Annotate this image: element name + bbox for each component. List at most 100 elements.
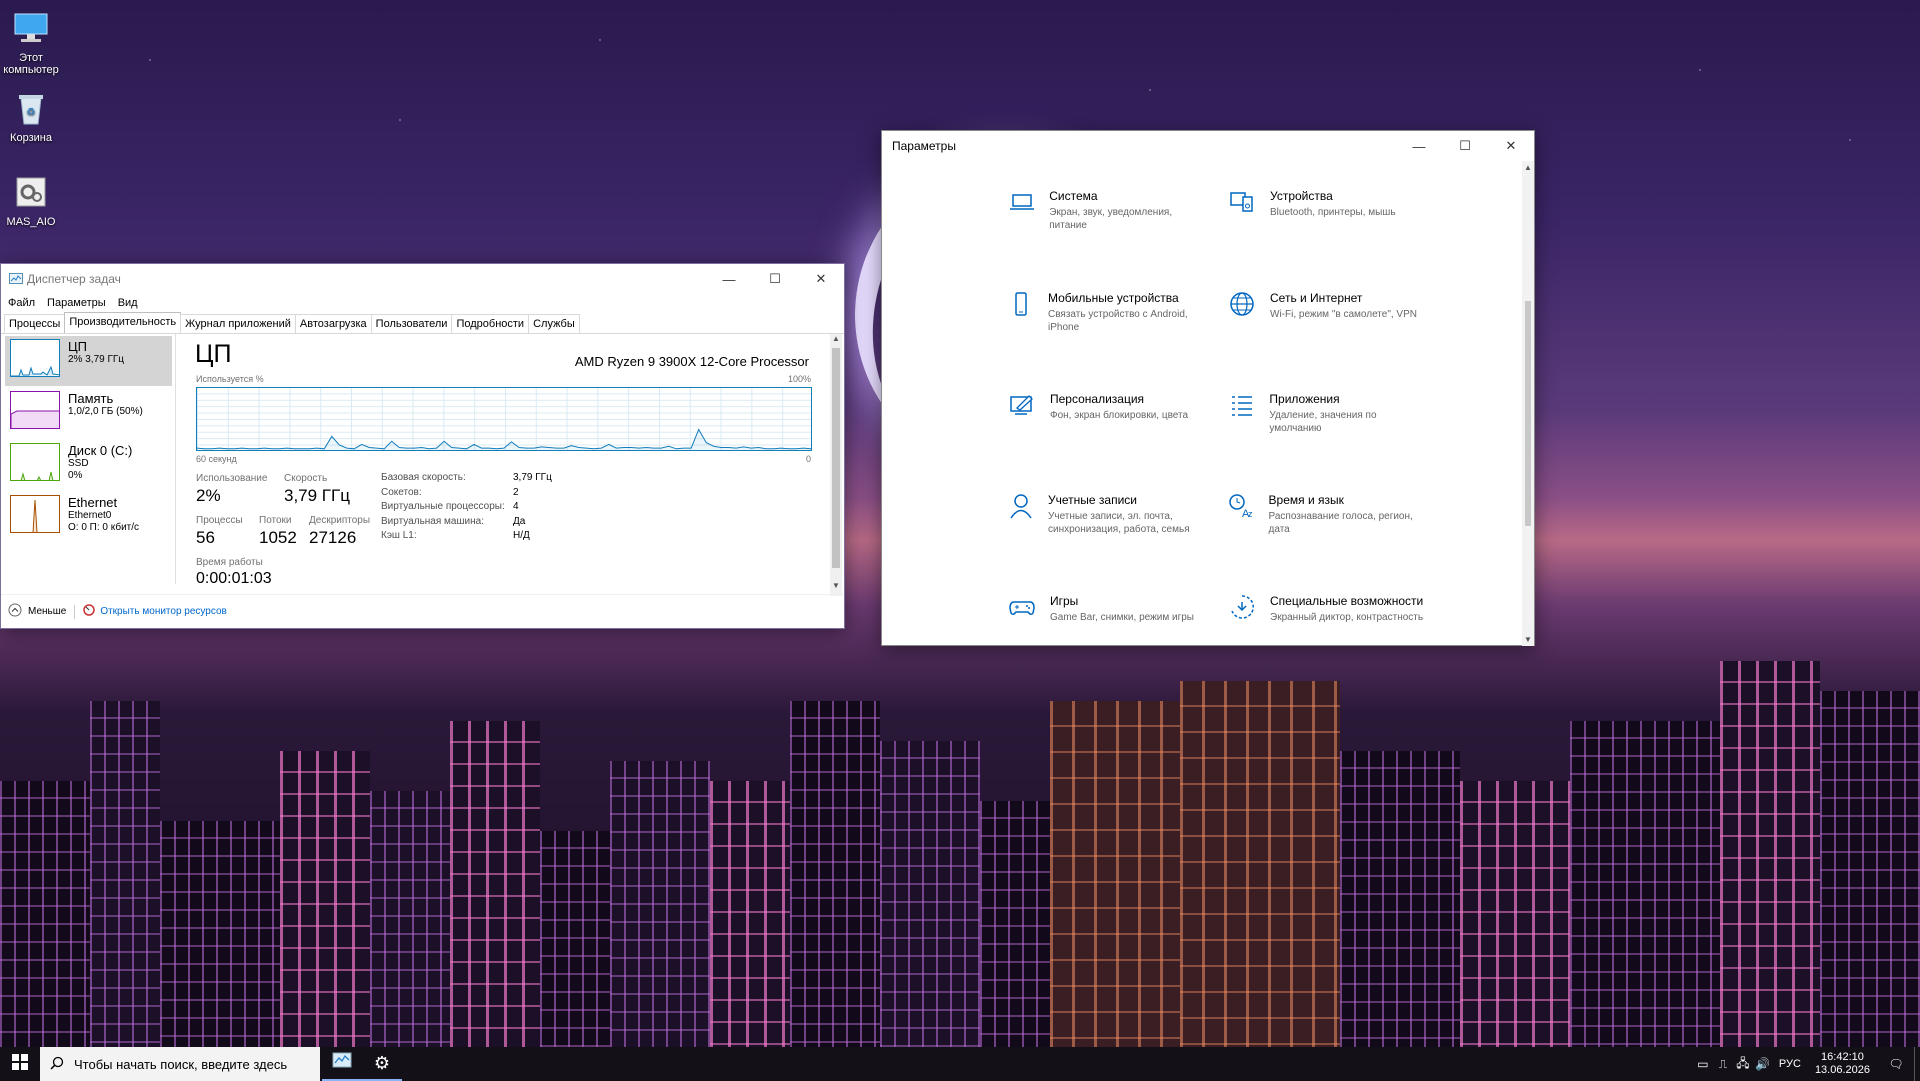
settings-window: Параметры — ☐ ✕ Система Экран, звук, увед… <box>881 130 1535 646</box>
close-button[interactable]: ✕ <box>1488 131 1534 161</box>
settings-item-system[interactable]: Система Экран, звук, уведомления, питание <box>1008 189 1208 232</box>
cpu-usage-graph <box>196 387 812 451</box>
detail-key: Кэш L1: <box>381 530 417 542</box>
globe-icon <box>1228 291 1256 319</box>
laptop-icon <box>1008 189 1035 217</box>
notifications-icon[interactable]: 🗨 <box>1878 1057 1914 1071</box>
detail-key: Сокетов: <box>381 486 422 498</box>
resource-detail: Ethernet0 <box>68 510 112 521</box>
settings-categories: Система Экран, звук, уведомления, питание… <box>882 161 1522 646</box>
settings-item-phone[interactable]: Мобильные устройства Связать устройство с… <box>1008 291 1208 334</box>
task-manager-titlebar[interactable]: Диспетчер задач — ☐ ✕ <box>1 264 844 294</box>
scroll-down-icon[interactable]: ▼ <box>1524 635 1532 644</box>
settings-item-desc: Удаление, значения по умолчанию <box>1269 410 1377 434</box>
resource-monitor-label: Открыть монитор ресурсов <box>100 606 227 617</box>
maximize-button[interactable]: ☐ <box>752 264 798 294</box>
tab-processes[interactable]: Процессы <box>4 314 66 333</box>
volume-icon[interactable]: 🔊 <box>1753 1057 1773 1071</box>
resource-name: ЦП <box>68 339 87 354</box>
desktop-icon-recycle-bin[interactable]: ♻ Корзина <box>0 88 69 144</box>
settings-item-accounts[interactable]: Учетные записи Учетные записи, эл. почта,… <box>1008 493 1208 536</box>
minimize-button[interactable]: — <box>706 264 752 294</box>
performance-panel: ЦП 2% 3,79 ГГц Память 1,0/2,0 ГБ (50%) Д… <box>1 334 844 596</box>
graph-y-label: Используется % <box>196 374 264 384</box>
usage-value: 2% <box>196 486 221 505</box>
desktop-icon-this-pc[interactable]: Этот компьютер <box>0 8 69 76</box>
desktop-icon-label: Корзина <box>10 132 52 144</box>
taskbar-settings[interactable]: ⚙ <box>362 1047 402 1081</box>
clock-time: 16:42:10 <box>1821 1051 1864 1063</box>
network-icon[interactable]: 🖧 <box>1733 1054 1753 1075</box>
taskbar-search-box[interactable]: Чтобы начать поиск, введите здесь <box>40 1047 320 1081</box>
svg-text:z: z <box>1248 509 1253 519</box>
settings-item-apps[interactable]: Приложения Удаление, значения по умолчани… <box>1228 392 1428 435</box>
resource-memory[interactable]: Память 1,0/2,0 ГБ (50%) <box>5 388 172 438</box>
detail-row: Кэш L1: Н/Д <box>381 529 552 544</box>
minimize-button[interactable]: — <box>1396 131 1442 161</box>
maximize-button[interactable]: ☐ <box>1442 131 1488 161</box>
settings-item-network[interactable]: Сеть и Интернет Wi-Fi, режим "в самолете"… <box>1228 291 1428 321</box>
settings-item-desc: Экранный диктор, контрастность <box>1270 612 1424 623</box>
accessibility-icon <box>1228 594 1256 622</box>
apps-list-icon <box>1228 392 1255 420</box>
resource-cpu[interactable]: ЦП 2% 3,79 ГГц <box>5 336 172 386</box>
menu-file[interactable]: Файл <box>8 297 35 309</box>
window-title: Параметры <box>892 139 956 153</box>
usage-label: Использование <box>196 473 268 484</box>
system-tray: ▭ ⎍ 🖧 🔊 РУС 16:42:10 13.06.2026 🗨 <box>1693 1047 1920 1081</box>
detail-value: Н/Д <box>513 530 530 542</box>
recycle-bin-icon: ♻ <box>11 88 51 128</box>
settings-item-time-language[interactable]: Az Время и язык Распознавание голоса, рег… <box>1228 493 1428 536</box>
start-button[interactable] <box>0 1047 40 1081</box>
search-placeholder: Чтобы начать поиск, введите здесь <box>74 1056 288 1072</box>
speed-value: 3,79 ГГц <box>284 486 350 505</box>
phone-icon <box>1008 291 1034 319</box>
resource-disk[interactable]: Диск 0 (C:) SSD 0% <box>5 440 172 490</box>
menu-view[interactable]: Вид <box>118 297 138 309</box>
desktop-icon-label: Этот компьютер <box>3 52 59 76</box>
disk-thumbnail-graph <box>10 443 60 481</box>
time-language-icon: Az <box>1228 493 1255 521</box>
taskbar: Чтобы начать поиск, введите здесь ⚙ ▭ ⎍ … <box>0 1047 1920 1081</box>
cpu-usage-line <box>197 428 811 450</box>
tab-users[interactable]: Пользователи <box>370 314 453 333</box>
scroll-thumb[interactable] <box>832 348 840 568</box>
show-desktop-button[interactable] <box>1914 1047 1920 1081</box>
settings-titlebar[interactable]: Параметры — ☐ ✕ <box>882 131 1534 161</box>
tab-details[interactable]: Подробности <box>451 314 530 333</box>
tab-app-history[interactable]: Журнал приложений <box>180 314 296 333</box>
scroll-thumb[interactable] <box>1525 301 1531 526</box>
resource-name: Память <box>68 391 114 406</box>
taskview-icon[interactable]: ▭ <box>1693 1057 1713 1071</box>
scroll-up-icon[interactable]: ▲ <box>832 334 840 343</box>
settings-item-accessibility[interactable]: Специальные возможности Экранный диктор, … <box>1228 594 1428 624</box>
usb-icon[interactable]: ⎍ <box>1713 1057 1733 1072</box>
tab-services[interactable]: Службы <box>528 314 580 333</box>
settings-item-personalization[interactable]: Персонализация Фон, экран блокировки, цве… <box>1008 392 1208 422</box>
resource-name: Ethernet <box>68 495 118 510</box>
taskbar-task-manager[interactable] <box>322 1047 362 1081</box>
clock[interactable]: 16:42:10 13.06.2026 <box>1807 1051 1878 1077</box>
detail-key: Виртуальная машина: <box>381 515 484 527</box>
close-button[interactable]: ✕ <box>798 264 844 294</box>
vertical-scrollbar[interactable]: ▲ ▼ <box>830 334 842 596</box>
settings-item-desc: Учетные записи, эл. почта, синхронизация… <box>1048 511 1190 535</box>
desktop-icon-mas-aio[interactable]: MAS_AIO <box>0 172 69 228</box>
pane-divider[interactable] <box>175 334 176 584</box>
ethernet-thumbnail-graph <box>10 495 60 533</box>
tab-performance[interactable]: Производительность <box>64 312 182 333</box>
resource-ethernet[interactable]: Ethernet Ethernet0 О: 0 П: 0 кбит/с <box>5 492 172 542</box>
settings-scrollbar[interactable]: ▲ ▼ <box>1522 161 1534 646</box>
scroll-up-icon[interactable]: ▲ <box>1524 163 1532 172</box>
settings-item-gaming[interactable]: Игры Game Bar, снимки, режим игры <box>1008 594 1208 624</box>
tab-startup[interactable]: Автозагрузка <box>294 314 372 333</box>
fewer-details-label: Меньше <box>28 606 67 617</box>
computer-icon <box>11 8 51 48</box>
fewer-details-button[interactable]: Меньше <box>8 603 66 620</box>
menu-options[interactable]: Параметры <box>47 297 106 309</box>
resource-monitor-link[interactable]: Открыть монитор ресурсов <box>83 604 227 619</box>
settings-item-devices[interactable]: Устройства Bluetooth, принтеры, мышь <box>1228 189 1428 219</box>
language-indicator[interactable]: РУС <box>1773 1058 1807 1070</box>
scroll-down-icon[interactable]: ▼ <box>832 581 840 590</box>
settings-item-title: Приложения <box>1269 392 1340 406</box>
